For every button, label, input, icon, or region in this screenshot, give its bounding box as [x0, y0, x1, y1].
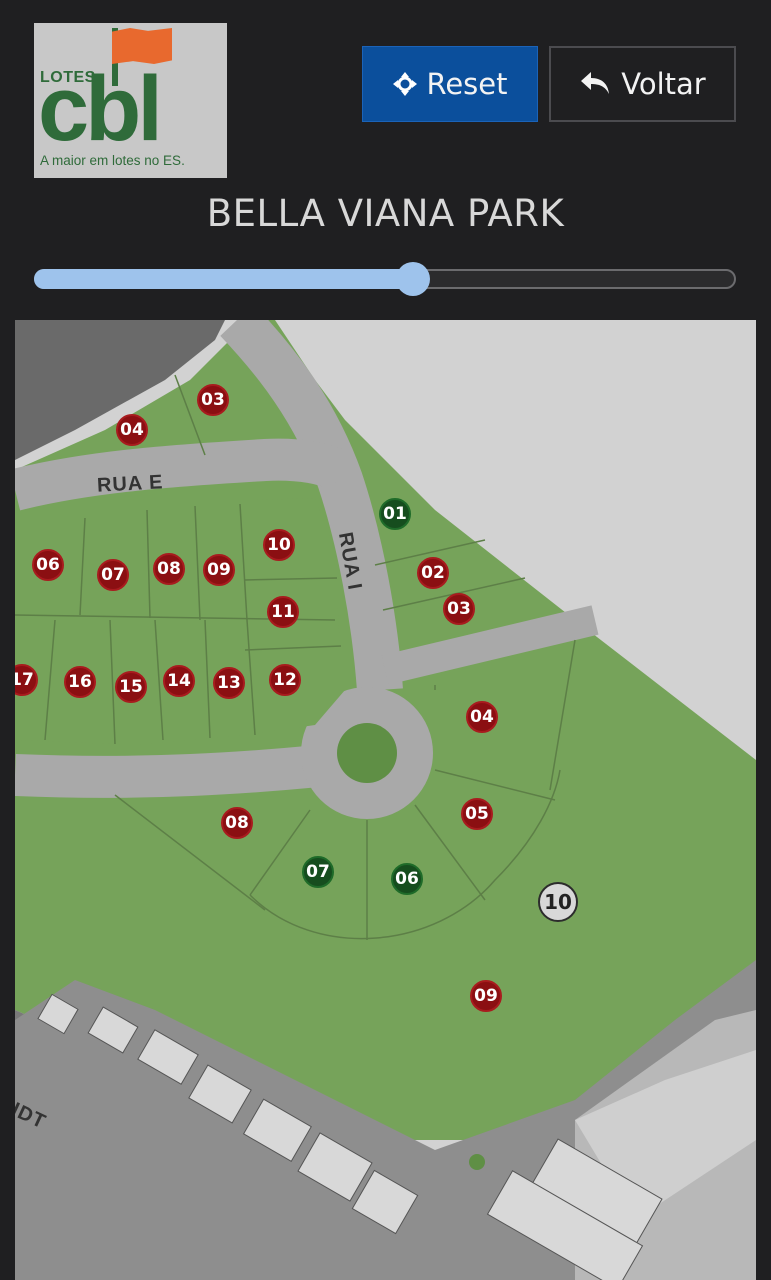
zoom-slider[interactable] — [34, 262, 736, 296]
undo-arrow-icon — [579, 70, 613, 98]
voltar-button-label: Voltar — [621, 67, 706, 101]
lot-marker-08[interactable]: 08 — [221, 807, 253, 839]
page-title: BELLA VIANA PARK — [206, 192, 565, 235]
lot-marker-07[interactable]: 07 — [302, 856, 334, 888]
voltar-button[interactable]: Voltar — [549, 46, 736, 122]
lot-marker-09[interactable]: 09 — [470, 980, 502, 1012]
lot-marker-15[interactable]: 15 — [115, 671, 147, 703]
move-arrows-icon — [392, 71, 418, 97]
logo-brand: cbl — [38, 58, 163, 160]
lot-marker-10[interactable]: 10 — [538, 882, 578, 922]
zoom-slider-fill — [34, 269, 413, 289]
cbl-logo[interactable]: LOTES cbl A maior em lotes no ES. — [34, 23, 227, 178]
header: LOTES cbl A maior em lotes no ES. Reset … — [0, 0, 771, 318]
logo-tagline: A maior em lotes no ES. — [40, 153, 185, 168]
zoom-slider-thumb[interactable] — [396, 262, 430, 296]
lot-marker-08[interactable]: 08 — [153, 553, 185, 585]
lot-marker-12[interactable]: 12 — [269, 664, 301, 696]
lot-marker-06[interactable]: 06 — [32, 549, 64, 581]
reset-button-label: Reset — [426, 67, 508, 101]
lot-marker-03[interactable]: 03 — [197, 384, 229, 416]
street-label-rua-e: RUA E — [96, 471, 164, 497]
reset-button[interactable]: Reset — [362, 46, 538, 122]
lot-marker-07[interactable]: 07 — [97, 559, 129, 591]
lot-marker-09[interactable]: 09 — [203, 554, 235, 586]
lot-marker-03[interactable]: 03 — [443, 593, 475, 625]
lot-marker-16[interactable]: 16 — [64, 666, 96, 698]
map-drawing — [15, 320, 756, 1280]
lot-marker-14[interactable]: 14 — [163, 665, 195, 697]
lot-marker-02[interactable]: 02 — [417, 557, 449, 589]
subdivision-map[interactable]: RUA E RUA I IDT 03 04 01 02 03 06 07 08 09 10 11 17… — [15, 320, 756, 1280]
lot-marker-05[interactable]: 05 — [461, 798, 493, 830]
lot-marker-10[interactable]: 10 — [263, 529, 295, 561]
lot-marker-04[interactable]: 04 — [466, 701, 498, 733]
lot-marker-06[interactable]: 06 — [391, 863, 423, 895]
lot-marker-01[interactable]: 01 — [379, 498, 411, 530]
lot-marker-13[interactable]: 13 — [213, 667, 245, 699]
lot-marker-04[interactable]: 04 — [116, 414, 148, 446]
lot-marker-11[interactable]: 11 — [267, 596, 299, 628]
